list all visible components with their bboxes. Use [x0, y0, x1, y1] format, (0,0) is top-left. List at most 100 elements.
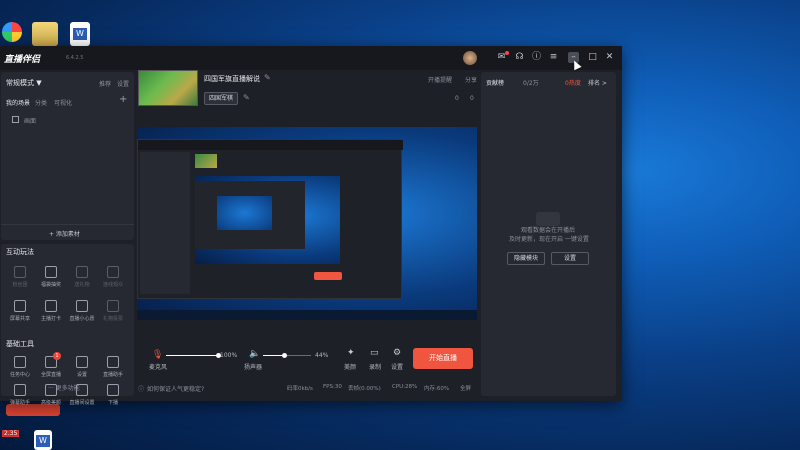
connect-icon	[107, 266, 119, 278]
right-panel: 贡献榜 0/2万 0热度 排名 > 观看数据会在开播后 及时更新，现在开启 一键…	[481, 72, 616, 396]
empty-text-1: 观看数据会在开播后	[521, 227, 576, 234]
interact-title: 互动玩法	[6, 248, 34, 256]
empty-text-2: 及时更新，现在开启 一键设置	[509, 236, 589, 243]
more-functions-link[interactable]: ··· 更多功能	[48, 383, 80, 392]
add-material-bar[interactable]: + 添加素材	[1, 224, 134, 240]
record-label: 录制	[369, 364, 382, 371]
tool-fullscreen[interactable]: 1 全屏直播	[37, 352, 65, 378]
edit-title-icon[interactable]: ✎	[264, 73, 271, 82]
tab-my-scenes[interactable]: 我的场景	[6, 98, 30, 107]
close-icon[interactable]: ✕	[604, 52, 615, 63]
room-title[interactable]: 四国军旗直播解说	[204, 74, 260, 84]
nested-titlebar	[138, 140, 403, 150]
scene-panel: 常规模式 ▼ 推荐 设置 我的场景 分类 可视化 + 画面 + 添加素材	[1, 72, 134, 240]
danmu-icon	[14, 384, 26, 396]
tool-wish[interactable]: 直播小心愿	[68, 300, 96, 322]
settings-icon[interactable]: ⚙	[393, 348, 401, 358]
download-icon	[14, 300, 26, 312]
share-link[interactable]: 分享	[465, 75, 477, 84]
add-material-button[interactable]: + 添加素材	[49, 229, 80, 238]
tool-lucky-bag[interactable]: 福袋抽奖	[37, 266, 65, 288]
tool-settings[interactable]: 设置	[68, 356, 96, 378]
app-version: 6.4.2.5	[66, 55, 84, 61]
avatar[interactable]	[463, 51, 477, 65]
tool-screen-share[interactable]: 屏幕共享	[6, 300, 34, 322]
fans-icon	[14, 266, 26, 278]
beauty-label: 美颜	[344, 364, 357, 371]
category-button[interactable]: 四国军棋	[204, 92, 238, 105]
tab-contribution[interactable]: 贡献榜	[486, 78, 504, 87]
tool-connect[interactable]: 连线观众	[99, 266, 127, 288]
status-memory: 内存:60%	[424, 386, 450, 392]
preview-taskbar	[137, 310, 477, 320]
live-reminder-link[interactable]: 开播提醒	[428, 75, 452, 84]
gift-icon	[76, 266, 88, 278]
status-dropped: 丢帧(0.00%)	[348, 386, 381, 392]
scene-item-icon	[12, 116, 19, 123]
title-bar: 直播伴侣 6.4.2.5 ✉ ☊ ⓘ ≡ – □ ✕	[0, 46, 622, 70]
tab-audience[interactable]: 0/2万	[523, 78, 539, 87]
hot-label: 0热度	[565, 80, 581, 87]
mic-slider-fill	[166, 355, 218, 356]
tool-task-center[interactable]: 任务中心	[6, 356, 34, 378]
desktop-icon-word-bottom[interactable]: W	[34, 430, 52, 450]
wish-icon	[76, 300, 88, 312]
start-live-button[interactable]: 开始直播	[413, 348, 473, 369]
scene-item[interactable]: 画面	[6, 114, 131, 126]
nested-left-panel	[140, 152, 190, 294]
nested-preview-inner	[217, 196, 272, 230]
tool-fans[interactable]: 粉丝团	[6, 266, 34, 288]
desktop-icon-word[interactable]: W	[70, 22, 90, 46]
tab-visual[interactable]: 可视化	[54, 98, 72, 107]
edit-category-icon[interactable]: ✎	[243, 93, 250, 102]
hide-module-button[interactable]: 隐藏模块	[507, 252, 545, 265]
stream-preview[interactable]	[137, 127, 477, 320]
mic-value: 100%	[220, 352, 238, 359]
message-badge-dot	[505, 51, 509, 55]
tool-assistant[interactable]: 直播助手	[99, 356, 127, 378]
info-icon[interactable]: ⓘ	[531, 52, 542, 63]
tool-gift[interactable]: 送礼物	[68, 266, 96, 288]
task-icon	[14, 356, 26, 368]
speaker-label: 扬声器	[244, 364, 263, 371]
help-icon[interactable]: ⓘ	[138, 384, 144, 393]
speaker-icon[interactable]: 🔈	[249, 349, 260, 359]
right-settings-button[interactable]: 设置	[551, 252, 589, 265]
speaker-slider-fill	[263, 355, 285, 356]
end-icon	[107, 384, 119, 396]
mic-icon[interactable]: 🎙	[152, 350, 163, 360]
preview-nested-window	[137, 139, 403, 299]
tool-end[interactable]: 下播	[99, 384, 127, 406]
maximize-icon[interactable]: □	[587, 52, 598, 63]
tab-category[interactable]: 分类	[35, 98, 47, 107]
nested-preview	[195, 176, 340, 264]
tools-title: 基础工具	[6, 340, 34, 348]
tool-vote[interactable]: 礼物投票	[99, 300, 127, 322]
tool-checkin[interactable]: 主播打卡	[37, 300, 65, 322]
mode-settings-link[interactable]: 设置	[117, 79, 129, 88]
desktop-icon-folder[interactable]	[32, 22, 58, 46]
recommend-link[interactable]: 推荐	[99, 79, 111, 88]
beauty-icon[interactable]: ✦	[347, 348, 355, 358]
checkin-icon	[45, 300, 57, 312]
speaker-slider-knob[interactable]	[282, 353, 288, 358]
nested-start-button	[314, 272, 342, 280]
desktop-badge: 2.35	[2, 430, 20, 437]
mode-select[interactable]: 常规模式 ▼	[6, 78, 42, 88]
notification-badge: 1	[53, 352, 61, 360]
headset-icon[interactable]: ☊	[514, 52, 525, 63]
help-link[interactable]: 如何保证人气更稳定?	[147, 384, 204, 393]
add-scene-icon[interactable]: +	[119, 94, 127, 105]
room-cover[interactable]	[138, 70, 198, 106]
menu-icon[interactable]: ≡	[548, 52, 559, 63]
status-bitrate: 码率0kb/s	[287, 386, 313, 392]
app-logo: 直播伴侣	[4, 55, 41, 65]
like-count: 0	[455, 95, 459, 102]
status-fullscreen[interactable]: 全屏	[460, 384, 471, 392]
lucky-bag-icon	[45, 266, 57, 278]
rank-link[interactable]: 排名 >	[588, 78, 607, 87]
desktop-icon-browser[interactable]	[2, 22, 22, 42]
record-icon[interactable]: ▭	[370, 348, 379, 358]
tool-danmu[interactable]: 弹幕助手	[6, 384, 34, 406]
ad-icon: 1	[45, 352, 61, 368]
